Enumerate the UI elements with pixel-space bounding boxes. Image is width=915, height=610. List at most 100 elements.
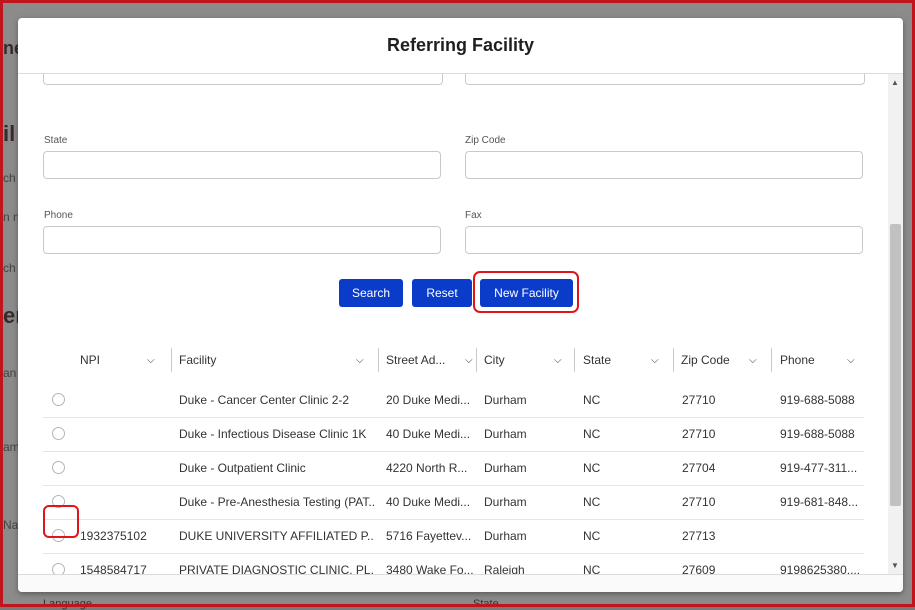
chevron-down-icon: ⌵: [356, 354, 364, 366]
modal-title: Referring Facility: [386, 35, 535, 55]
background-fragment: Na: [3, 518, 19, 532]
fax-input[interactable]: [465, 226, 863, 254]
column-header-zip-code[interactable]: Zip Code ⌵: [681, 344, 771, 376]
address-input-partial[interactable]: [43, 74, 443, 85]
column-header-phone[interactable]: Phone ⌵: [780, 344, 865, 376]
table-row[interactable]: Duke - Cancer Center Clinic 2-2 20 Duke …: [43, 383, 864, 418]
modal-footer: [18, 574, 903, 592]
new-facility-highlight: [473, 271, 579, 313]
scroll-down-arrow-icon[interactable]: ▼: [891, 561, 899, 570]
city-cell: Durham: [484, 495, 527, 509]
facility-cell: DUKE UNIVERSITY AFFILIATED P...: [179, 529, 374, 543]
table-row[interactable]: Duke - Pre-Anesthesia Testing (PAT... 40…: [43, 485, 864, 520]
chevron-down-icon: ⌵: [147, 354, 155, 366]
zip-code-cell: 27710: [682, 393, 716, 407]
chevron-down-icon: ⌵: [465, 354, 473, 366]
city-cell: Durham: [484, 461, 527, 475]
column-header-state[interactable]: State ⌵: [583, 344, 673, 376]
zip-code-cell: 27710: [682, 427, 716, 441]
column-divider: [171, 348, 172, 372]
zip-code-cell: 27704: [682, 461, 716, 475]
scroll-thumb[interactable]: [890, 224, 901, 506]
column-divider: [476, 348, 477, 372]
npi-cell: [80, 451, 170, 485]
row-select-radio[interactable]: [52, 393, 65, 406]
chevron-down-icon: ⌵: [847, 354, 855, 366]
npi-cell: [80, 383, 170, 417]
facility-cell: Duke - Outpatient Clinic: [179, 461, 306, 475]
column-header-label: NPI: [80, 353, 101, 367]
street-address-cell: 4220 North R...: [386, 461, 468, 475]
column-header-label: Phone: [780, 353, 815, 367]
street-address-cell: 20 Duke Medi...: [386, 393, 471, 407]
state-cell: NC: [583, 393, 601, 407]
npi-cell: [80, 485, 170, 519]
phone-cell: 9198625380,...: [780, 563, 861, 574]
table-row[interactable]: 1548584717 PRIVATE DIAGNOSTIC CLINIC, PL…: [43, 553, 864, 574]
state-cell: NC: [583, 529, 601, 543]
column-header-street-address[interactable]: Street Ad... ⌵: [386, 344, 481, 376]
zip-code-label: Zip Code: [465, 135, 506, 146]
row-select-radio[interactable]: [52, 427, 65, 440]
table-row[interactable]: Duke - Outpatient Clinic 4220 North R...…: [43, 451, 864, 486]
column-header-label: City: [484, 353, 505, 367]
state-label: State: [44, 135, 68, 146]
row-radio-highlight: [43, 505, 79, 538]
state-cell: NC: [583, 427, 601, 441]
phone-cell: 919-688-5088: [780, 427, 855, 441]
zip-code-cell: 27710: [682, 495, 716, 509]
column-divider: [673, 348, 674, 372]
modal-header: Referring Facility: [18, 18, 903, 74]
column-header-city[interactable]: City ⌵: [484, 344, 574, 376]
chevron-down-icon: ⌵: [651, 354, 659, 366]
background-fragment: an: [3, 366, 17, 380]
column-divider: [771, 348, 772, 372]
street-address-cell: 40 Duke Medi...: [386, 495, 471, 509]
state-cell: NC: [583, 563, 601, 574]
zip-code-input[interactable]: [465, 151, 863, 179]
street-address-cell: 3480 Wake Fo...: [386, 563, 474, 574]
column-header-npi[interactable]: NPI ⌵: [80, 344, 165, 376]
column-header-label: Facility: [179, 353, 217, 367]
facility-cell: Duke - Infectious Disease Clinic 1K: [179, 427, 367, 441]
phone-cell: 919-688-5088: [780, 393, 855, 407]
table-row[interactable]: 1932375102 DUKE UNIVERSITY AFFILIATED P.…: [43, 519, 864, 554]
column-divider: [574, 348, 575, 372]
street-address-cell: 5716 Fayettev...: [386, 529, 472, 543]
city-cell: Raleigh: [484, 563, 525, 574]
city-input-partial[interactable]: [465, 74, 865, 85]
facility-cell: Duke - Cancer Center Clinic 2-2: [179, 393, 350, 407]
phone-cell: [780, 519, 864, 553]
state-cell: NC: [583, 495, 601, 509]
npi-cell: 1548584717: [80, 563, 147, 574]
row-select-radio[interactable]: [52, 563, 65, 574]
facility-cell: Duke - Pre-Anesthesia Testing (PAT...: [179, 495, 374, 509]
phone-input[interactable]: [43, 226, 441, 254]
background-fragment: ch: [3, 171, 16, 185]
phone-cell: 919-477-311...: [780, 461, 858, 475]
scroll-up-arrow-icon[interactable]: ▲: [891, 78, 899, 87]
city-cell: Durham: [484, 529, 527, 543]
city-cell: Durham: [484, 393, 527, 407]
column-divider: [378, 348, 379, 372]
state-input[interactable]: [43, 151, 441, 179]
background-state-label: State: [473, 598, 499, 610]
row-select-radio[interactable]: [52, 461, 65, 474]
city-cell: Durham: [484, 427, 527, 441]
state-cell: NC: [583, 461, 601, 475]
column-header-facility[interactable]: Facility ⌵: [179, 344, 374, 376]
referring-facility-modal: Referring Facility State Zip Code Phone …: [18, 18, 903, 592]
modal-scrollbar[interactable]: ▲ ▼: [888, 74, 903, 574]
column-header-label: Street Ad...: [386, 353, 446, 367]
chevron-down-icon: ⌵: [554, 354, 562, 366]
phone-cell: 919-681-848...: [780, 495, 859, 509]
search-button[interactable]: Search: [339, 279, 403, 307]
street-address-cell: 40 Duke Medi...: [386, 427, 471, 441]
column-header-label: Zip Code: [681, 353, 730, 367]
reset-button[interactable]: Reset: [412, 279, 472, 307]
zip-code-cell: 27713: [682, 529, 716, 543]
column-header-label: State: [583, 353, 612, 367]
npi-cell: 1932375102: [80, 529, 147, 543]
table-row[interactable]: Duke - Infectious Disease Clinic 1K 40 D…: [43, 417, 864, 452]
background-language-label: Language: [43, 598, 92, 610]
